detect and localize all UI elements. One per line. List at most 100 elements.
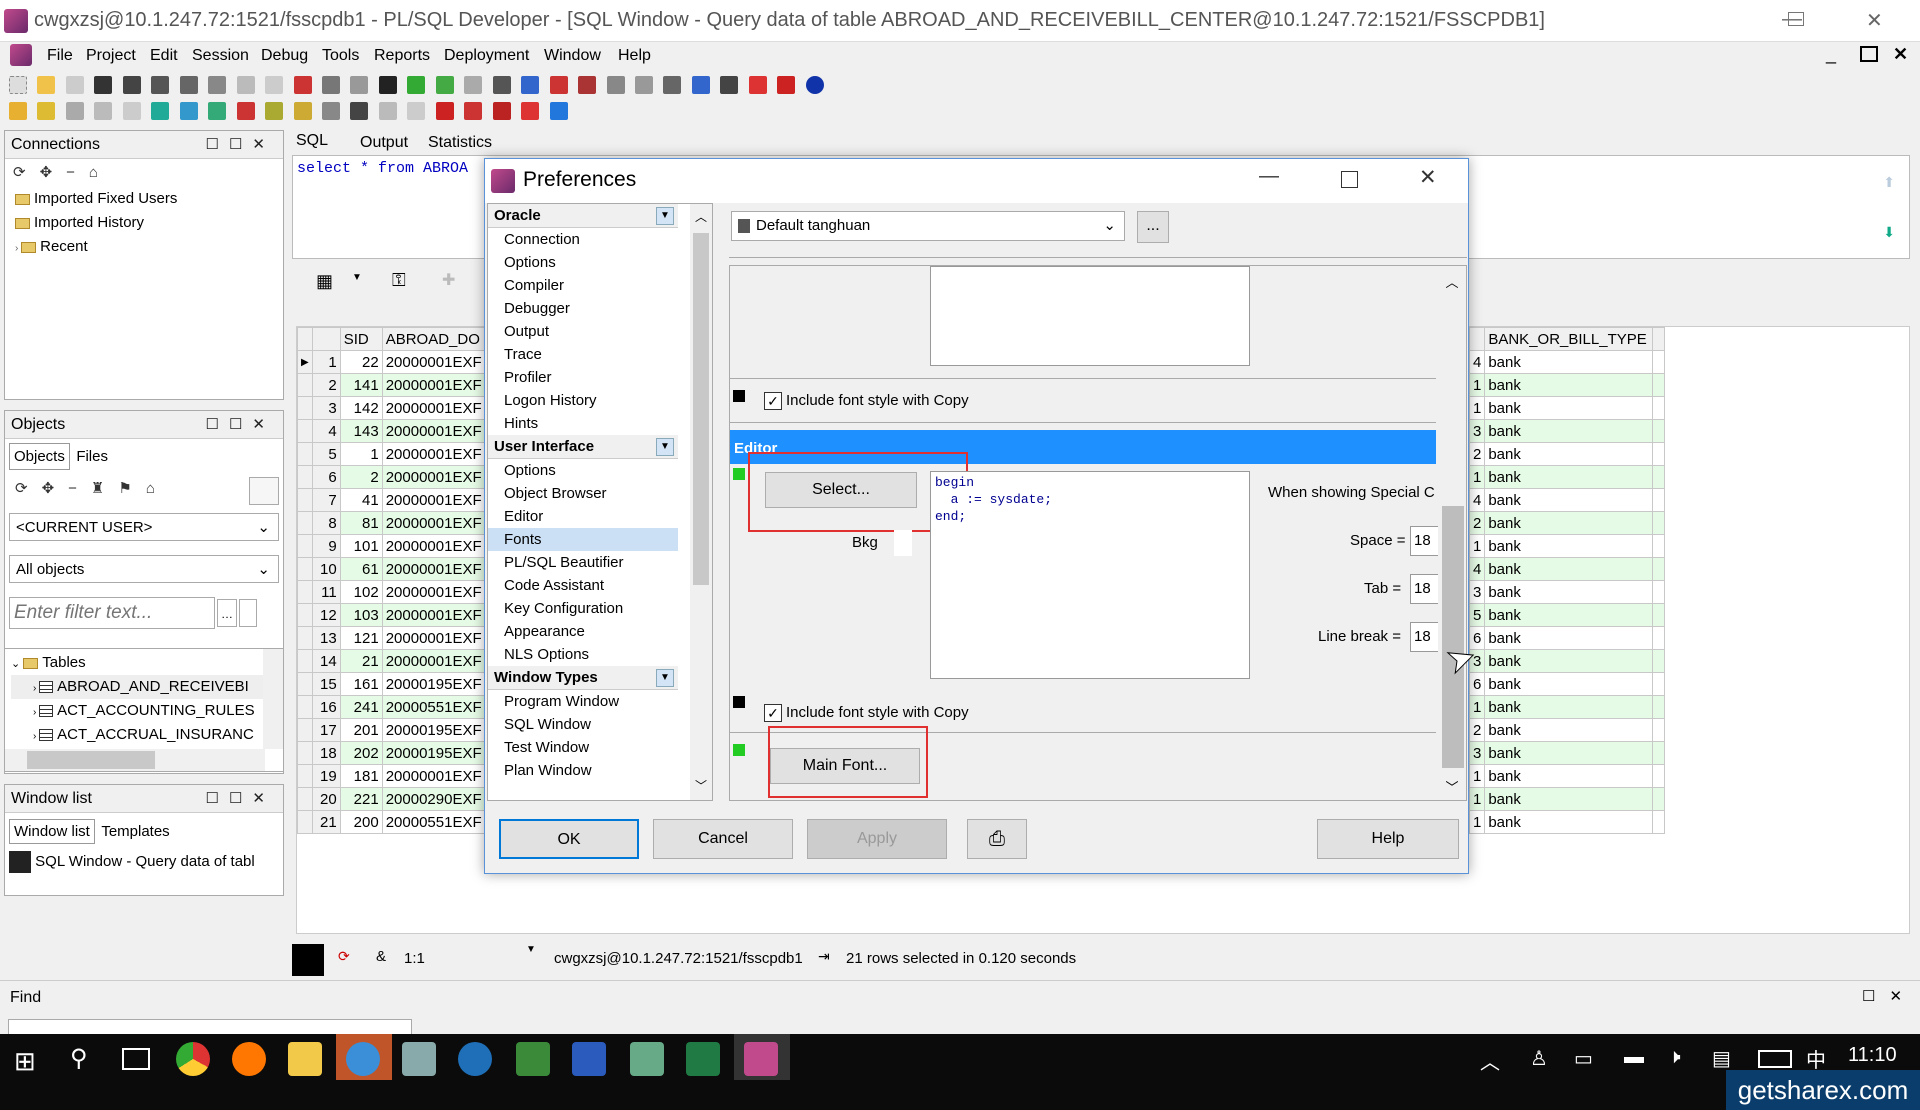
cell-type[interactable]: bank — [1484, 810, 1654, 834]
cell-key[interactable]: 4 — [1468, 350, 1486, 374]
row-number[interactable]: 3 — [311, 396, 341, 420]
table-row[interactable]: 8 81 20000001EXF — [297, 511, 489, 535]
session-icon[interactable] — [208, 102, 227, 120]
collapse-icon[interactable]: ▼ — [656, 207, 674, 225]
color-swatch-black[interactable] — [733, 390, 745, 402]
color-swatch-green[interactable] — [733, 744, 745, 756]
table-row[interactable]: 3 bank — [1468, 649, 1666, 673]
red-tool-icon[interactable] — [521, 102, 540, 120]
maximize-icon[interactable] — [1341, 171, 1358, 188]
tab-statistics[interactable]: Statistics — [428, 134, 492, 152]
cell-more[interactable] — [1652, 373, 1666, 397]
menu-file[interactable]: File — [47, 47, 73, 65]
profile-more-button[interactable]: ... — [1137, 211, 1169, 243]
cell-sid[interactable]: 142 — [339, 396, 383, 420]
fetch-all-icon[interactable] — [122, 102, 141, 120]
row-number[interactable]: 18 — [311, 741, 341, 765]
refresh-icon[interactable]: ⟳ — [13, 164, 40, 181]
table-row[interactable]: 2 bank — [1468, 718, 1666, 742]
table-row[interactable]: 1 bank — [1468, 764, 1666, 788]
cell-sid[interactable]: 181 — [339, 764, 383, 788]
scroll-down-icon[interactable]: ﹀ — [690, 777, 712, 794]
row-number[interactable]: 12 — [311, 603, 341, 627]
cell-more[interactable] — [1652, 695, 1666, 719]
category-item[interactable]: Object Browser — [488, 482, 678, 505]
row-number[interactable]: 9 — [311, 534, 341, 558]
tray-app-icon[interactable]: ♙ — [1530, 1046, 1548, 1071]
category-item[interactable]: Appearance — [488, 620, 678, 643]
column-header[interactable]: BANK_OR_BILL_TYPE — [1484, 327, 1654, 351]
replace-icon[interactable] — [407, 76, 426, 94]
export-icon[interactable] — [464, 76, 483, 94]
close-icon[interactable]: ✕ — [1866, 8, 1883, 33]
table-row[interactable]: 17 201 20000195EXF — [297, 718, 489, 742]
table-row[interactable]: 12 103 20000001EXF — [297, 603, 489, 627]
table-row[interactable]: 5 1 20000001EXF — [297, 442, 489, 466]
cell-sid[interactable]: 101 — [339, 534, 383, 558]
mdi-restore-icon[interactable] — [1860, 46, 1878, 62]
menu-session[interactable]: Session — [192, 47, 249, 65]
row-marker[interactable] — [297, 810, 313, 834]
row-marker[interactable] — [297, 672, 313, 696]
cell-doc[interactable]: 20000195EXF — [381, 672, 489, 696]
table-row[interactable]: 2 bank — [1468, 511, 1666, 535]
table-row[interactable]: 1 bank — [1468, 465, 1666, 489]
fetch-icon[interactable] — [94, 102, 113, 120]
category-item[interactable]: Test Window — [488, 736, 678, 759]
row-number[interactable]: 7 — [311, 488, 341, 512]
table-row[interactable]: 3 bank — [1468, 419, 1666, 443]
cell-more[interactable] — [1652, 350, 1666, 374]
open-icon[interactable] — [37, 76, 56, 94]
arrow-right-icon[interactable] — [549, 102, 568, 120]
menu-window[interactable]: Window — [544, 47, 601, 65]
explain-icon[interactable] — [265, 102, 284, 120]
tab-window-list[interactable]: Window list — [9, 819, 95, 844]
cell-doc[interactable]: 20000001EXF — [381, 373, 489, 397]
cell-key[interactable]: 3 — [1468, 419, 1486, 443]
plsql-app-icon[interactable] — [402, 1042, 436, 1076]
row-marker[interactable] — [297, 695, 313, 719]
save-as-icon[interactable] — [151, 76, 170, 94]
row-number[interactable]: 8 — [311, 511, 341, 535]
cell-type[interactable]: bank — [1484, 580, 1654, 604]
windows-start-icon[interactable]: ⊞ — [14, 1046, 36, 1077]
table-row[interactable]: 6 bank — [1468, 626, 1666, 650]
row-marker[interactable] — [297, 373, 313, 397]
cell-sid[interactable]: 61 — [339, 557, 383, 581]
row-number[interactable]: 15 — [311, 672, 341, 696]
table-row[interactable]: 3 bank — [1468, 580, 1666, 604]
copy-icon[interactable] — [321, 76, 340, 94]
keyboard-icon[interactable] — [1758, 1050, 1792, 1068]
battery-icon[interactable]: ▬ — [1624, 1046, 1644, 1069]
eraser-icon[interactable] — [407, 102, 426, 120]
category-item[interactable]: Connection — [488, 228, 678, 251]
category-header[interactable]: Window Types ▼ — [488, 666, 678, 690]
cell-type[interactable]: bank — [1484, 373, 1654, 397]
cell-type[interactable]: bank — [1484, 649, 1654, 673]
row-number[interactable]: 1 — [311, 350, 341, 374]
filter-apply-icon[interactable] — [239, 599, 257, 627]
cell-key[interactable]: 1 — [1468, 764, 1486, 788]
cell-key[interactable]: 1 — [1468, 373, 1486, 397]
cell-sid[interactable]: 1 — [339, 442, 383, 466]
row-marker[interactable] — [297, 534, 313, 558]
cell-sid[interactable]: 202 — [339, 741, 383, 765]
cell-more[interactable] — [1652, 603, 1666, 627]
row-number[interactable]: 21 — [311, 810, 341, 834]
cell-type[interactable]: bank — [1484, 488, 1654, 512]
table-row[interactable]: 6 2 20000001EXF — [297, 465, 489, 489]
redo-icon[interactable] — [265, 76, 284, 94]
paste-icon[interactable] — [350, 76, 369, 94]
category-item[interactable]: Debugger — [488, 297, 678, 320]
panel-buttons-icon[interactable]: ☐☐✕ — [206, 789, 275, 807]
cell-more[interactable] — [1652, 511, 1666, 535]
red-drop-icon[interactable] — [464, 102, 483, 120]
cell-more[interactable] — [1652, 396, 1666, 420]
lock-icon[interactable]: ⚿ — [392, 270, 406, 291]
report-icon[interactable] — [321, 102, 340, 120]
key-icon[interactable] — [9, 102, 27, 120]
category-item[interactable]: Profiler — [488, 366, 678, 389]
cell-type[interactable]: bank — [1484, 511, 1654, 535]
cell-type[interactable]: bank — [1484, 557, 1654, 581]
find-icon[interactable] — [378, 76, 397, 94]
